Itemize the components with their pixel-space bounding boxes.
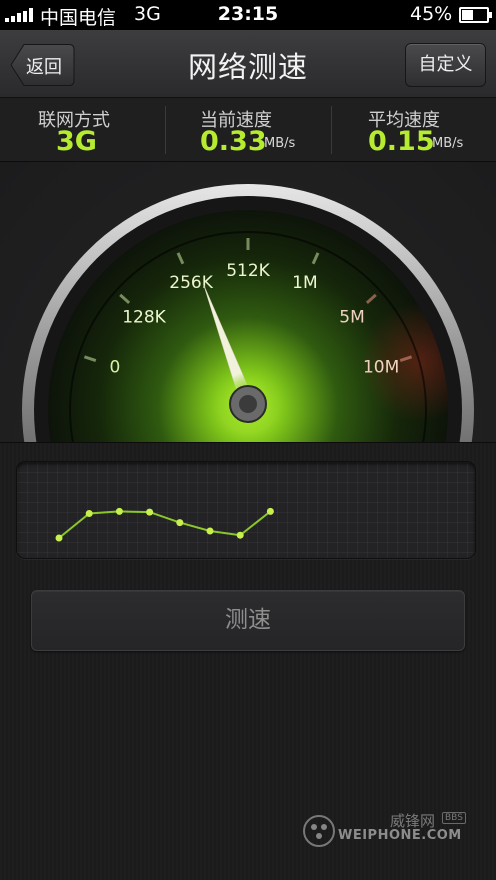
stat-current-speed: 当前速度 0.33 MB/s (166, 98, 331, 162)
gauge-scale-label: 1M (292, 273, 317, 293)
average-speed-value: 0.15 (368, 126, 435, 157)
gauge-scale-label: 512K (226, 261, 270, 281)
weiphone-watermark: 威锋网 BBS WEIPHONE.COM (300, 808, 490, 856)
gauge-hub-center (239, 395, 257, 413)
gauge-scale-label: 128K (122, 307, 166, 327)
weiphone-logo-icon (303, 815, 335, 847)
battery-percent: 45% (410, 3, 453, 25)
battery-icon (459, 7, 492, 23)
speed-gauge: 0 128K 256K 512K 1M 5M 10M (0, 162, 496, 442)
gauge-scale-label: 256K (169, 273, 213, 293)
average-speed-unit: MB/s (432, 136, 464, 151)
speed-history-point (236, 531, 244, 539)
stats-row: 联网方式 3G 当前速度 0.33 MB/s 平均速度 0.15 MB/s (0, 98, 496, 162)
speed-history-point (206, 527, 214, 535)
status-bar: 中国电信 3G 23:15 45% (0, 0, 496, 30)
speed-test-button[interactable]: 测速 (31, 590, 465, 651)
current-speed-unit: MB/s (264, 136, 296, 151)
watermark-en: WEIPHONE.COM (338, 828, 462, 843)
speed-history-point (146, 508, 154, 516)
gauge-dial: 0 128K256K 512K 1M 5M 10M (22, 184, 474, 442)
stat-average-speed: 平均速度 0.15 MB/s (332, 98, 496, 162)
speed-history-plot (55, 507, 274, 542)
gauge-scale-label: 0 (109, 358, 120, 378)
connection-value: 3G (56, 126, 97, 157)
gauge-scale-label: 10M (363, 358, 399, 378)
battery-fill (462, 10, 473, 20)
title-bar: 返回 网络测速 自定义 (0, 30, 496, 98)
speed-history-point (85, 510, 93, 517)
current-speed-value: 0.33 (200, 126, 267, 157)
speed-history-point (176, 519, 184, 527)
stat-connection: 联网方式 3G (0, 98, 165, 162)
speed-history-point (266, 507, 274, 515)
speed-history-graph (16, 461, 476, 559)
watermark-bbs: BBS (442, 812, 466, 824)
speed-history-points (55, 507, 274, 542)
customize-button[interactable]: 自定义 (405, 43, 486, 87)
gauge-scale-label: 5M (339, 307, 364, 327)
speed-history-point (115, 507, 123, 515)
speed-history-point (55, 534, 63, 542)
